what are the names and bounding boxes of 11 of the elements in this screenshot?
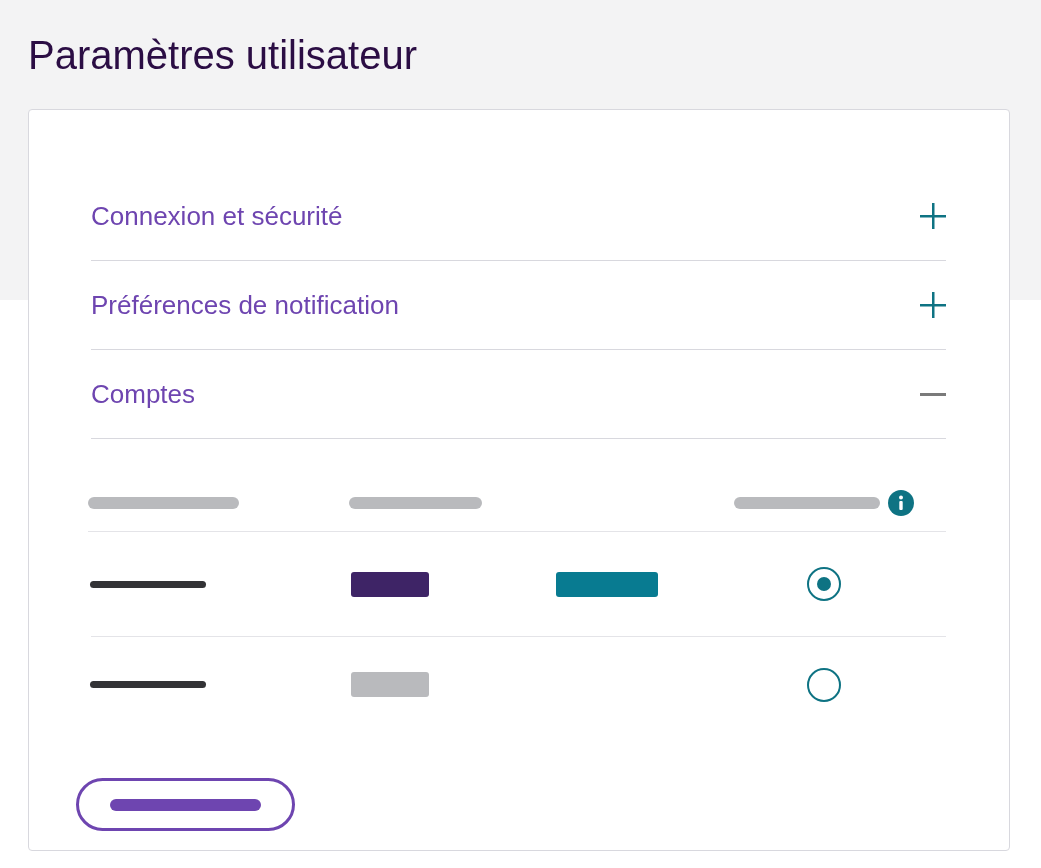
accordion-header[interactable]: Connexion et sécurité	[91, 172, 946, 261]
add-button[interactable]	[76, 778, 295, 831]
accordion-header[interactable]: Préférences de notification	[91, 261, 946, 350]
page-title: Paramètres utilisateur	[28, 32, 419, 79]
minus-icon	[920, 392, 946, 396]
accordion-header[interactable]: Comptes	[91, 350, 946, 439]
radio-button[interactable]	[807, 567, 841, 601]
plus-icon	[920, 292, 946, 318]
plus-icon	[920, 203, 946, 229]
info-icon[interactable]	[888, 490, 914, 516]
radio-button[interactable]	[807, 667, 841, 702]
